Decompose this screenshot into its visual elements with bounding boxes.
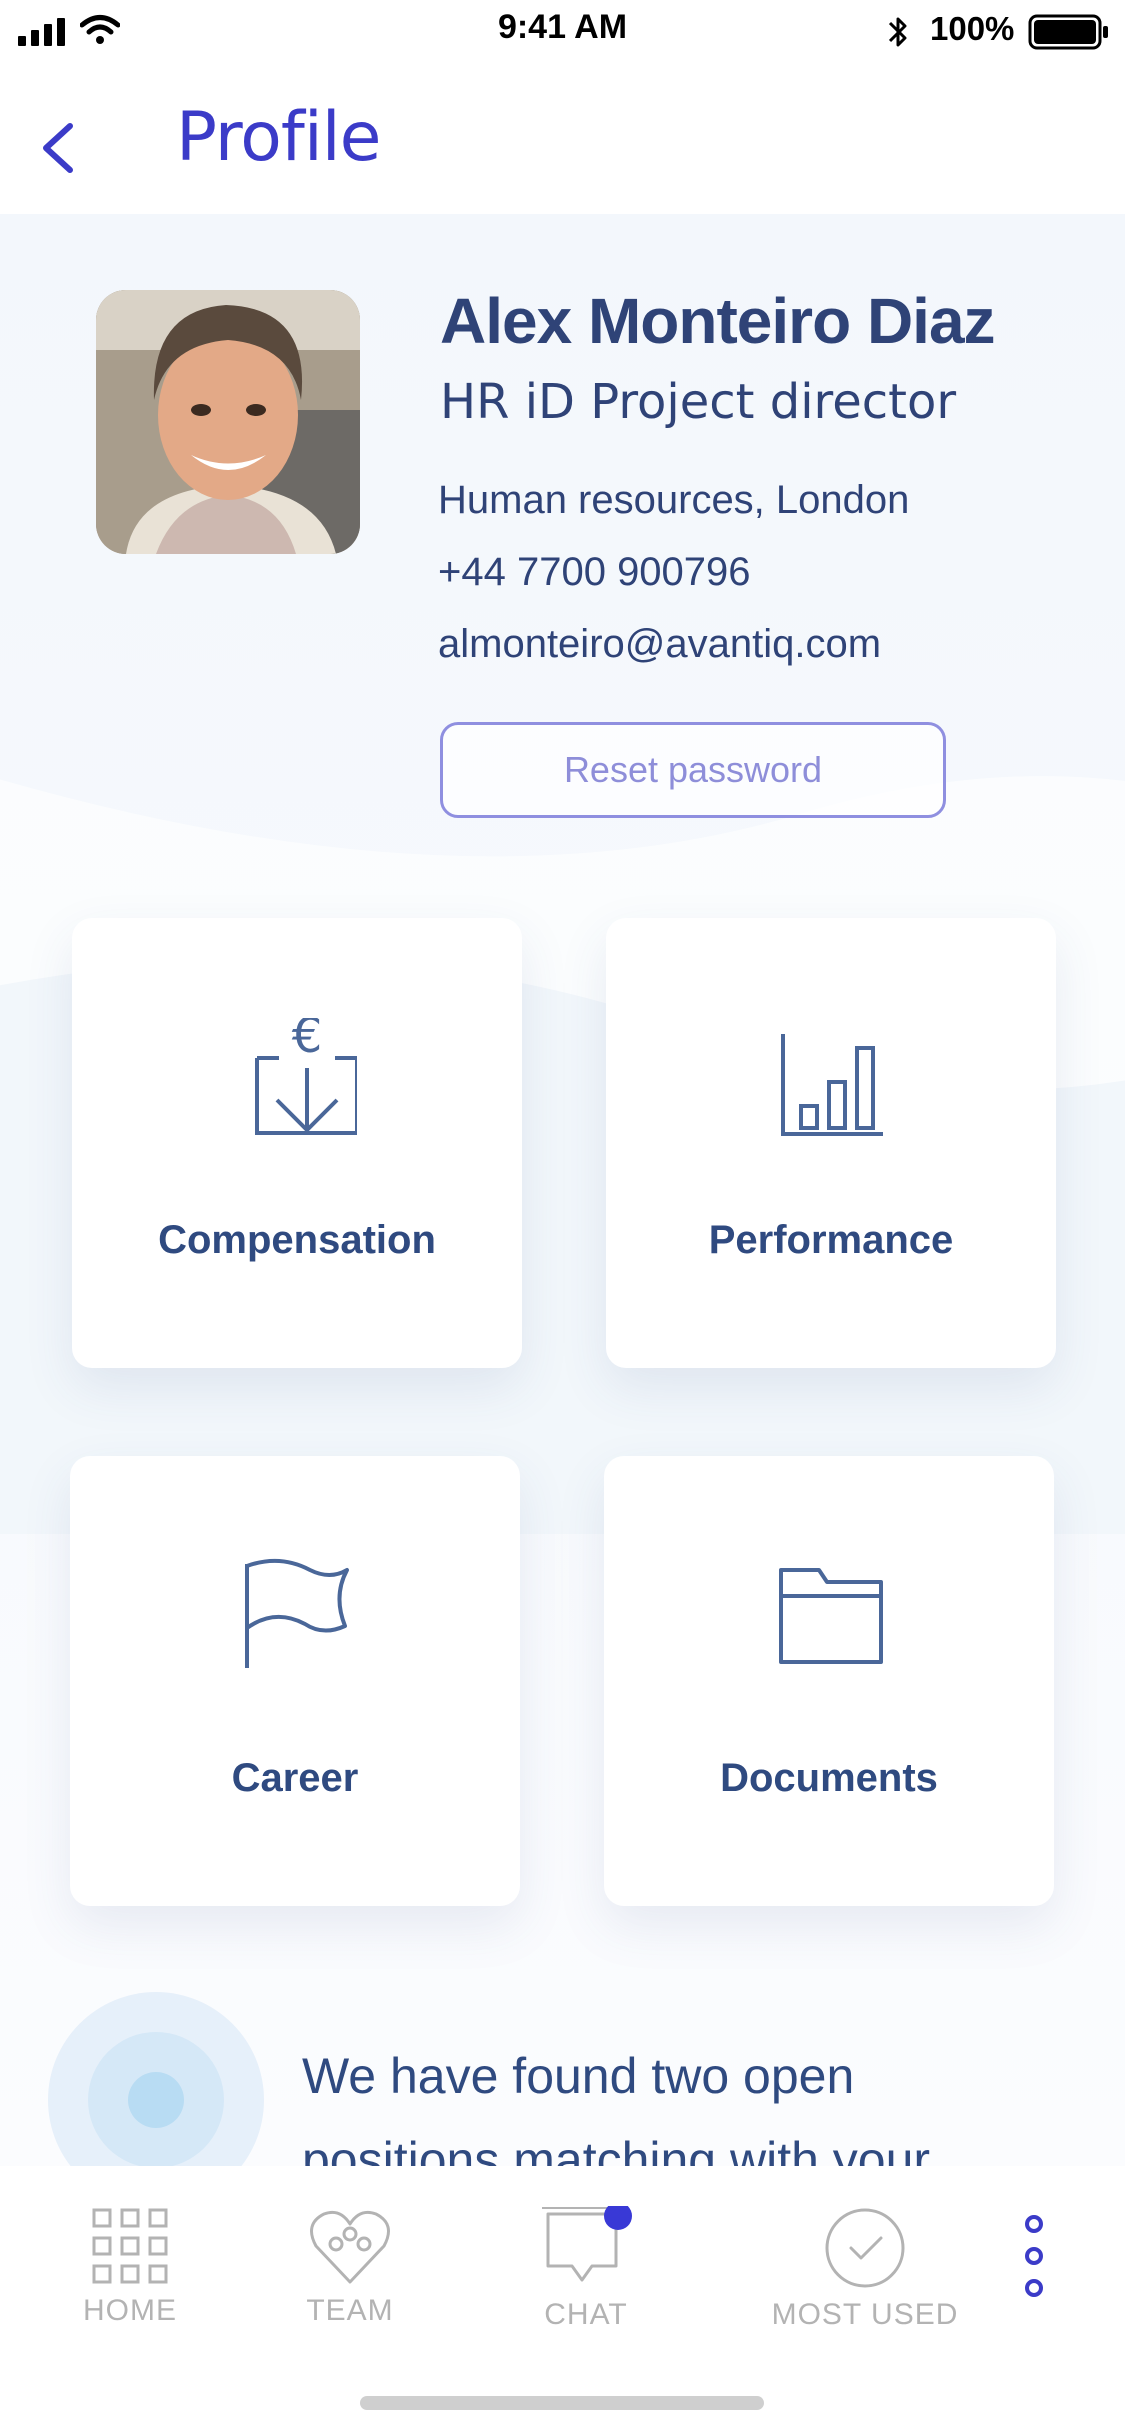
grid-icon [92,2208,168,2284]
profile-content: Alex Monteiro Diaz HR iD Project directo… [0,214,1125,2166]
euro-download-icon: € [255,1018,357,1135]
page-title: Profile [176,98,381,177]
tab-most-used[interactable]: MOST USED [760,2206,970,2332]
team-heart-icon [310,2210,390,2284]
bluetooth-icon [888,17,907,47]
tab-label-chat: CHAT [544,2298,628,2331]
card-label-compensation: Compensation [158,1218,436,1262]
tab-label-home: HOME [83,2294,177,2327]
tab-chat[interactable]: CHAT [526,2206,646,2332]
avatar [96,290,360,554]
check-circle-icon [825,2208,905,2288]
battery-percentage: 100% [930,10,1015,47]
tab-team[interactable]: TEAM [290,2206,410,2328]
more-vertical-icon[interactable] [1016,2212,1052,2302]
bar-chart-icon [781,1034,883,1136]
reset-password-button[interactable]: Reset password [440,722,946,818]
documents-card[interactable]: Documents [604,1456,1054,1906]
home-indicator[interactable] [360,2396,764,2410]
card-label-documents: Documents [720,1756,938,1800]
battery-icon [1028,14,1108,50]
department-location: Human resources, London [438,478,910,522]
career-card[interactable]: Career [70,1456,520,1906]
tab-label-team: TEAM [306,2294,394,2327]
folder-icon [779,1568,883,1664]
card-label-career: Career [231,1756,359,1800]
performance-card[interactable]: Performance [606,918,1056,1368]
tab-label-most-used: MOST USED [771,2298,959,2331]
profile-name: Alex Monteiro Diaz [440,285,996,357]
flag-icon [245,1558,349,1668]
chat-icon [542,2206,632,2282]
phone-number[interactable]: +44 7700 900796 [438,550,751,595]
card-label-performance: Performance [708,1218,954,1262]
pulse-indicator [48,1992,264,2166]
job-title: HR iD Project director [440,374,957,430]
tab-home[interactable]: HOME [70,2206,190,2328]
notification-badge [604,2206,632,2230]
email-address[interactable]: almonteiro@avantiq.com [438,622,881,667]
compensation-card[interactable]: € Compensation [72,918,522,1368]
back-arrow-icon[interactable] [30,108,90,188]
status-bar: 9:41 AM 100% [0,0,1125,60]
svg-text:€: € [292,1018,323,1064]
header: Profile [0,60,1125,214]
job-match-message[interactable]: We have found two open positions matchin… [302,2034,1022,2166]
